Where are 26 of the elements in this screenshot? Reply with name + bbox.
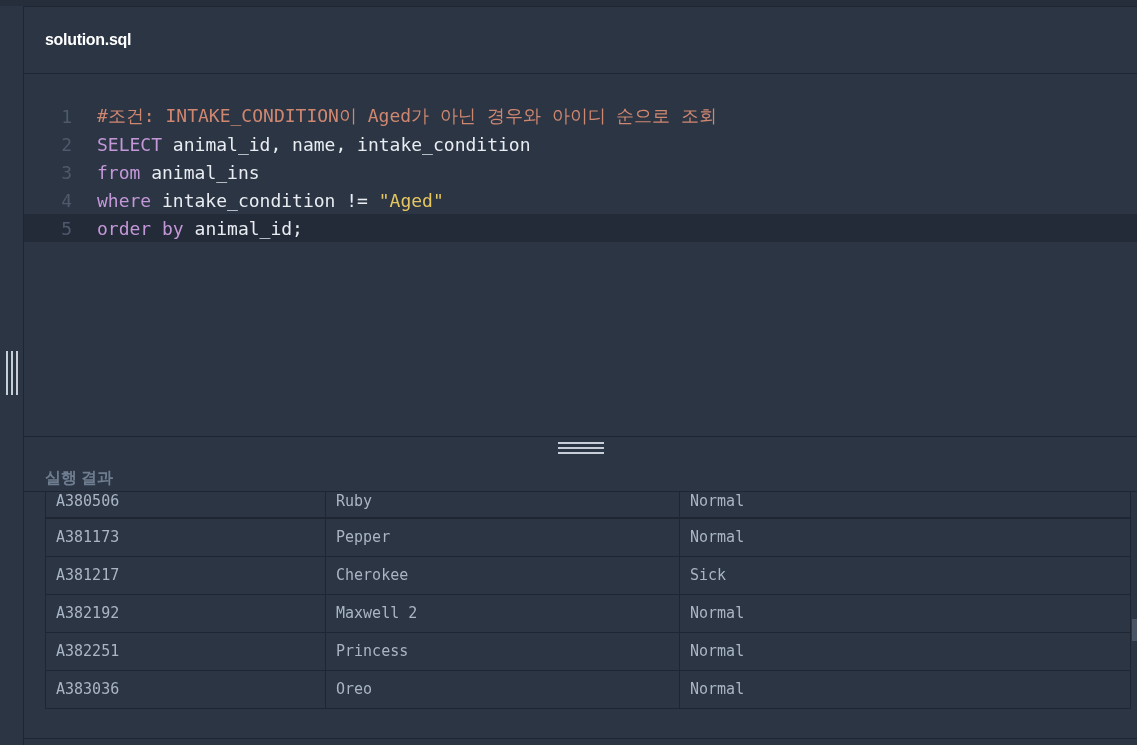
code-line: from animal_ins	[97, 161, 260, 183]
table-cell: A380506	[45, 492, 326, 518]
table-cell: Maxwell 2	[325, 594, 680, 632]
resize-handle-icon[interactable]	[557, 442, 604, 454]
table-cell: A382251	[45, 632, 326, 670]
table-cell: Cherokee	[325, 556, 680, 594]
table-cell: A383036	[45, 670, 326, 708]
results-title: 실행 결과	[44, 468, 115, 488]
code-line: SELECT animal_id, name, intake_condition	[97, 133, 531, 155]
scrollbar-thumb[interactable]	[1132, 619, 1137, 641]
resize-handle-icon[interactable]	[5, 351, 18, 395]
table-cell: A381217	[45, 556, 326, 594]
code-line: #조건: INTAKE_CONDITION이 Aged가 아닌 경우와 아이디 순으로 조회	[97, 104, 718, 128]
code-line: order by animal_id;	[97, 217, 303, 239]
table-cell: Oreo	[325, 670, 680, 708]
file-tab-title[interactable]: solution.sql	[45, 31, 132, 49]
table-cell: Princess	[325, 632, 680, 670]
table-cell: Normal	[679, 594, 1131, 632]
table-cell: Normal	[679, 632, 1131, 670]
table-cell: A382192	[45, 594, 326, 632]
table-cell: A381173	[45, 518, 326, 556]
code-line: where intake_condition != "Aged"	[97, 189, 444, 211]
table-cell: Pepper	[325, 518, 680, 556]
table-cell: Sick	[679, 556, 1131, 594]
table-cell: Normal	[679, 518, 1131, 556]
table-cell: Normal	[679, 670, 1131, 708]
